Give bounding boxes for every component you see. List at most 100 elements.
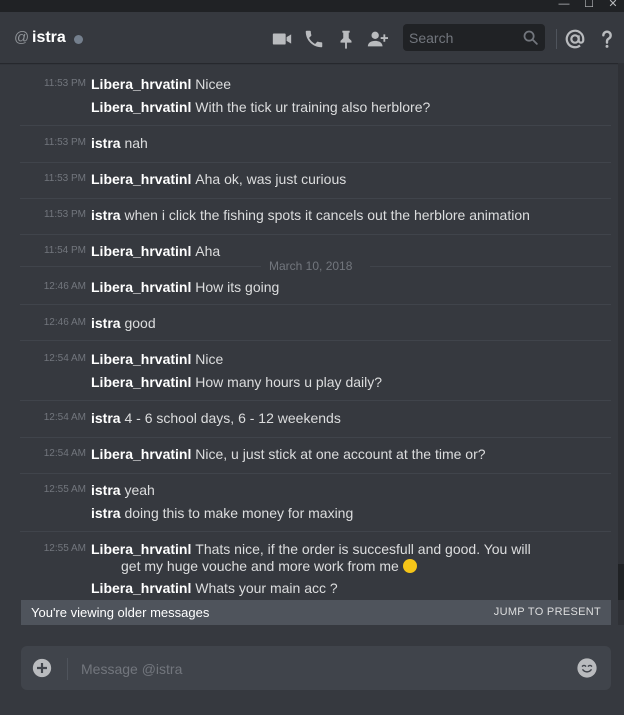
pin-icon[interactable] (335, 28, 357, 50)
message-text: How many hours u play daily? (195, 374, 383, 390)
message-timestamp: 12:46 AM (43, 281, 86, 292)
message-text: Aha (195, 243, 221, 259)
message-text: Aha ok, was just curious (195, 171, 347, 187)
message-line: 12:54 AM istra 4 - 6 school days, 6 - 12… (20, 407, 611, 429)
message-author[interactable]: istra (91, 135, 121, 151)
upload-plus-icon[interactable] (32, 658, 52, 678)
message-group: 12:55 AM Libera_hrvatinl Thats nice, if … (20, 538, 611, 603)
message-text: nah (124, 135, 148, 151)
maximize-button[interactable]: ☐ (579, 0, 599, 12)
message-author[interactable]: Libera_hrvatinl (91, 446, 191, 462)
message-author[interactable]: Libera_hrvatinl (91, 76, 191, 92)
message-content: Libera_hrvatinl How many hours u play da… (91, 371, 382, 393)
message-author[interactable]: istra (91, 315, 121, 331)
header-divider (556, 29, 557, 49)
message-group: 11:53 PM istra nah (20, 132, 611, 163)
composer-divider (67, 658, 68, 680)
message-line: 11:53 PM Libera_hrvatinl Aha ok, was jus… (20, 168, 611, 190)
message-line: 11:53 PM Libera_hrvatinl Nicee (20, 73, 611, 95)
message-line: 12:46 AM Libera_hrvatinl How its going (20, 276, 611, 298)
date-divider-rule (20, 266, 261, 267)
message-line: Libera_hrvatinl Whats your main acc ? (20, 577, 611, 599)
at-icon: @ (14, 29, 30, 46)
message-content: istra when i click the fishing spots it … (91, 204, 530, 226)
message-content: Libera_hrvatinl Nicee (91, 73, 231, 95)
date-divider-label: March 10, 2018 (269, 259, 353, 273)
message-line: 12:55 AM istra yeah (20, 479, 611, 501)
message-text: doing this to make money for maxing (124, 505, 354, 521)
message-text: With the tick ur training also herblore? (195, 99, 431, 115)
emoji-icon[interactable] (576, 657, 598, 679)
message-text: 4 - 6 school days, 6 - 12 weekends (124, 410, 341, 426)
message-author[interactable]: Libera_hrvatinl (91, 279, 191, 295)
status-offline-indicator (74, 35, 83, 44)
message-timestamp: 12:55 AM (43, 543, 86, 554)
scrollbar-track[interactable] (618, 63, 624, 625)
message-author[interactable]: istra (91, 410, 121, 426)
date-divider-rule (370, 266, 611, 267)
message-timestamp: 11:53 PM (43, 137, 86, 148)
message-text: when i click the fishing spots it cancel… (124, 207, 530, 223)
message-list[interactable]: 11:53 PM Libera_hrvatinl Nicee Libera_hr… (0, 63, 618, 603)
message-line-wrap: get my huge vouche and more work from me (121, 555, 601, 577)
message-content: Libera_hrvatinl Nice (91, 348, 223, 370)
message-group: 12:46 AM Libera_hrvatinl How its going (20, 276, 611, 305)
message-content: Libera_hrvatinl With the tick ur trainin… (91, 96, 430, 118)
message-composer (21, 646, 611, 692)
message-content: istra nah (91, 132, 148, 154)
message-line: Libera_hrvatinl With the tick ur trainin… (20, 96, 611, 118)
message-author[interactable]: Libera_hrvatinl (91, 374, 191, 390)
message-author[interactable]: istra (91, 505, 121, 521)
scrollbar-thumb[interactable] (618, 564, 624, 600)
channel-name: istra (32, 29, 66, 46)
message-content: istra 4 - 6 school days, 6 - 12 weekends (91, 407, 341, 429)
message-content: istra yeah (91, 479, 155, 501)
message-text: good (124, 315, 156, 331)
search-box[interactable] (403, 24, 545, 51)
message-timestamp: 12:54 AM (43, 448, 86, 459)
message-group: 11:53 PM Libera_hrvatinl Aha ok, was jus… (20, 168, 611, 199)
message-author[interactable]: istra (91, 207, 121, 223)
message-author[interactable]: Libera_hrvatinl (91, 580, 191, 596)
message-author[interactable]: istra (91, 482, 121, 498)
message-text: yeah (124, 482, 155, 498)
message-line: 11:53 PM istra when i click the fishing … (20, 204, 611, 226)
message-group: 11:53 PM Libera_hrvatinl Nicee Libera_hr… (20, 73, 611, 126)
search-input[interactable] (403, 24, 519, 51)
video-call-icon[interactable] (271, 28, 293, 50)
message-author[interactable]: Libera_hrvatinl (91, 171, 191, 187)
jump-to-present-button[interactable]: JUMP TO PRESENT (494, 600, 601, 625)
voice-call-icon[interactable] (303, 28, 325, 50)
message-text: Nicee (195, 76, 232, 92)
message-group: 12:54 AM Libera_hrvatinl Nice Libera_hrv… (20, 348, 611, 401)
message-group: 12:55 AM istra yeah istra doing this to … (20, 479, 611, 532)
message-timestamp: 12:54 AM (43, 353, 86, 364)
minimize-button[interactable]: — (554, 0, 574, 12)
message-input[interactable] (79, 646, 563, 692)
message-line: 12:54 AM Libera_hrvatinl Nice (20, 348, 611, 370)
help-icon[interactable] (596, 28, 618, 50)
message-line: 12:46 AM istra good (20, 312, 611, 334)
message-author[interactable]: Libera_hrvatinl (91, 99, 191, 115)
message-line: Libera_hrvatinl How many hours u play da… (20, 371, 611, 393)
search-icon[interactable] (522, 29, 539, 46)
message-timestamp: 12:55 AM (43, 484, 86, 495)
message-text: How its going (195, 279, 280, 295)
mentions-icon[interactable] (564, 28, 586, 50)
message-timestamp: 11:53 PM (43, 173, 86, 184)
message-line: istra doing this to make money for maxin… (20, 502, 611, 524)
grinning-emoji-icon (402, 559, 417, 573)
message-content: istra good (91, 312, 156, 334)
channel-header: @ istra (0, 12, 624, 63)
window-titlebar: — ☐ ✕ (0, 0, 624, 12)
message-author[interactable]: Libera_hrvatinl (91, 351, 191, 367)
add-friend-icon[interactable] (366, 28, 388, 50)
message-content: Libera_hrvatinl Nice, u just stick at on… (91, 443, 486, 465)
message-group: 12:54 AM Libera_hrvatinl Nice, u just st… (20, 443, 611, 474)
message-timestamp: 11:53 PM (43, 209, 86, 220)
message-timestamp: 11:53 PM (43, 78, 86, 89)
close-window-button[interactable]: ✕ (603, 0, 623, 12)
message-line: 12:54 AM Libera_hrvatinl Nice, u just st… (20, 443, 611, 465)
message-author[interactable]: Libera_hrvatinl (91, 243, 191, 259)
message-text: Nice, u just stick at one account at the… (195, 446, 486, 462)
